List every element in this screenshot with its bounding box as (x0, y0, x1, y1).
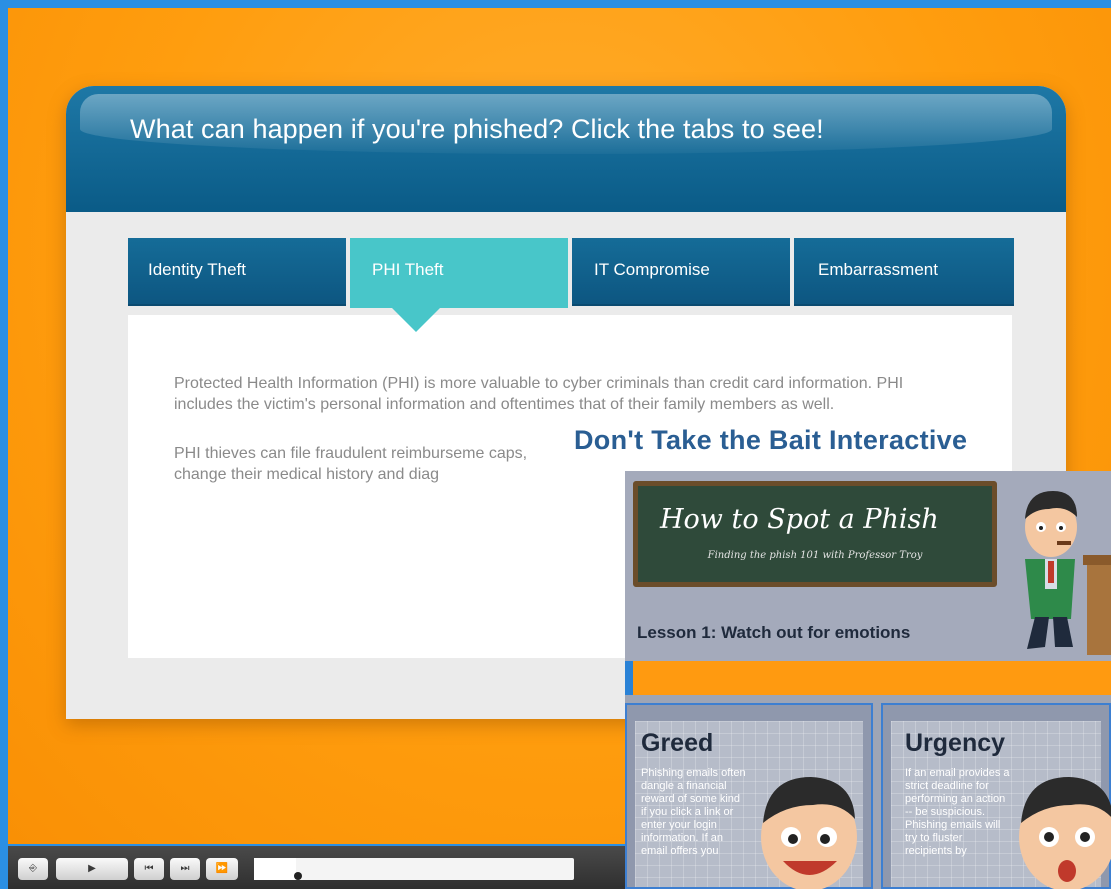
previous-button[interactable]: ⏮ (134, 858, 164, 880)
tab-label: Identity Theft (148, 260, 246, 279)
card-heading: Greed (641, 729, 714, 757)
tie-shape (1048, 561, 1054, 583)
card-text: If an email provides a strict deadline f… (905, 767, 1010, 857)
content-paragraph-1: Protected Health Information (PHI) is mo… (174, 375, 904, 413)
exit-icon: ⎆ (29, 863, 37, 874)
promo-header: How to Spot a Phish Finding the phish 10… (625, 471, 1111, 661)
content-paragraph-2: PHI thieves can file fraudulent reimburs… (174, 445, 528, 483)
emotion-card-urgency[interactable]: Urgency If an email provides a strict de… (881, 703, 1111, 889)
play-button[interactable]: ▶ (56, 858, 128, 880)
pupil-shape (820, 834, 830, 844)
card-text: Phishing emails often dangle a financial… (641, 767, 746, 857)
tab-identity-theft[interactable]: Identity Theft (128, 238, 346, 306)
slide-title: What can happen if you're phished? Click… (130, 114, 824, 144)
next-icon: ⏭ (180, 863, 190, 874)
card-heading: Urgency (905, 729, 1006, 757)
progress-fill (254, 858, 296, 880)
tab-label: Embarrassment (818, 260, 938, 279)
leg-shape (1027, 617, 1049, 649)
lesson-label: Lesson 1: Watch out for emotions (637, 623, 911, 642)
pipe-shape (1057, 541, 1071, 545)
tab-it-compromise[interactable]: IT Compromise (572, 238, 790, 306)
tab-label: PHI Theft (372, 260, 444, 279)
pupil-shape (1039, 526, 1043, 530)
exit-button[interactable]: ⎆ (18, 858, 48, 880)
pupil-shape (1059, 526, 1063, 530)
tab-embarrassment[interactable]: Embarrassment (794, 238, 1014, 306)
play-icon: ▶ (88, 863, 96, 874)
tab-bar: Identity Theft PHI Theft IT Compromise E… (128, 238, 1018, 332)
desk-shape (1087, 561, 1111, 655)
emotion-card-greed[interactable]: Greed Phishing emails often dangle a fin… (625, 703, 873, 889)
greedy-face-illustration (761, 777, 857, 889)
tab-phi-theft[interactable]: PHI Theft (350, 238, 568, 332)
card-header: What can happen if you're phished? Click… (66, 86, 1066, 212)
pupil-shape (788, 834, 798, 844)
next-button[interactable]: ⏭ (170, 858, 200, 880)
pupil-shape (1044, 832, 1054, 842)
overlay-title: Don't Take the Bait Interactive (574, 425, 968, 455)
professor-illustration (1025, 491, 1111, 655)
leg-shape (1053, 617, 1073, 647)
pupil-shape (1080, 832, 1090, 842)
previous-icon: ⏮ (144, 863, 154, 874)
fast-forward-button[interactable]: ⏩ (206, 858, 238, 880)
selection-marker (625, 661, 633, 695)
tab-label: IT Compromise (594, 260, 710, 279)
chalkboard-subtitle: Finding the phish 101 with Professor Tro… (707, 550, 923, 561)
promo-screenshot: How to Spot a Phish Finding the phish 10… (625, 471, 1111, 889)
mouth-shape (1058, 860, 1076, 882)
chalkboard-title: How to Spot a Phish (660, 504, 939, 535)
worried-face-illustration (1019, 777, 1111, 889)
progress-scrubber[interactable] (294, 872, 302, 880)
chalkboard: How to Spot a Phish Finding the phish 10… (633, 481, 997, 587)
fast-forward-icon: ⏩ (215, 863, 229, 874)
orange-strip (625, 661, 1111, 695)
desk-top-shape (1083, 555, 1111, 565)
progress-track[interactable] (254, 858, 574, 880)
